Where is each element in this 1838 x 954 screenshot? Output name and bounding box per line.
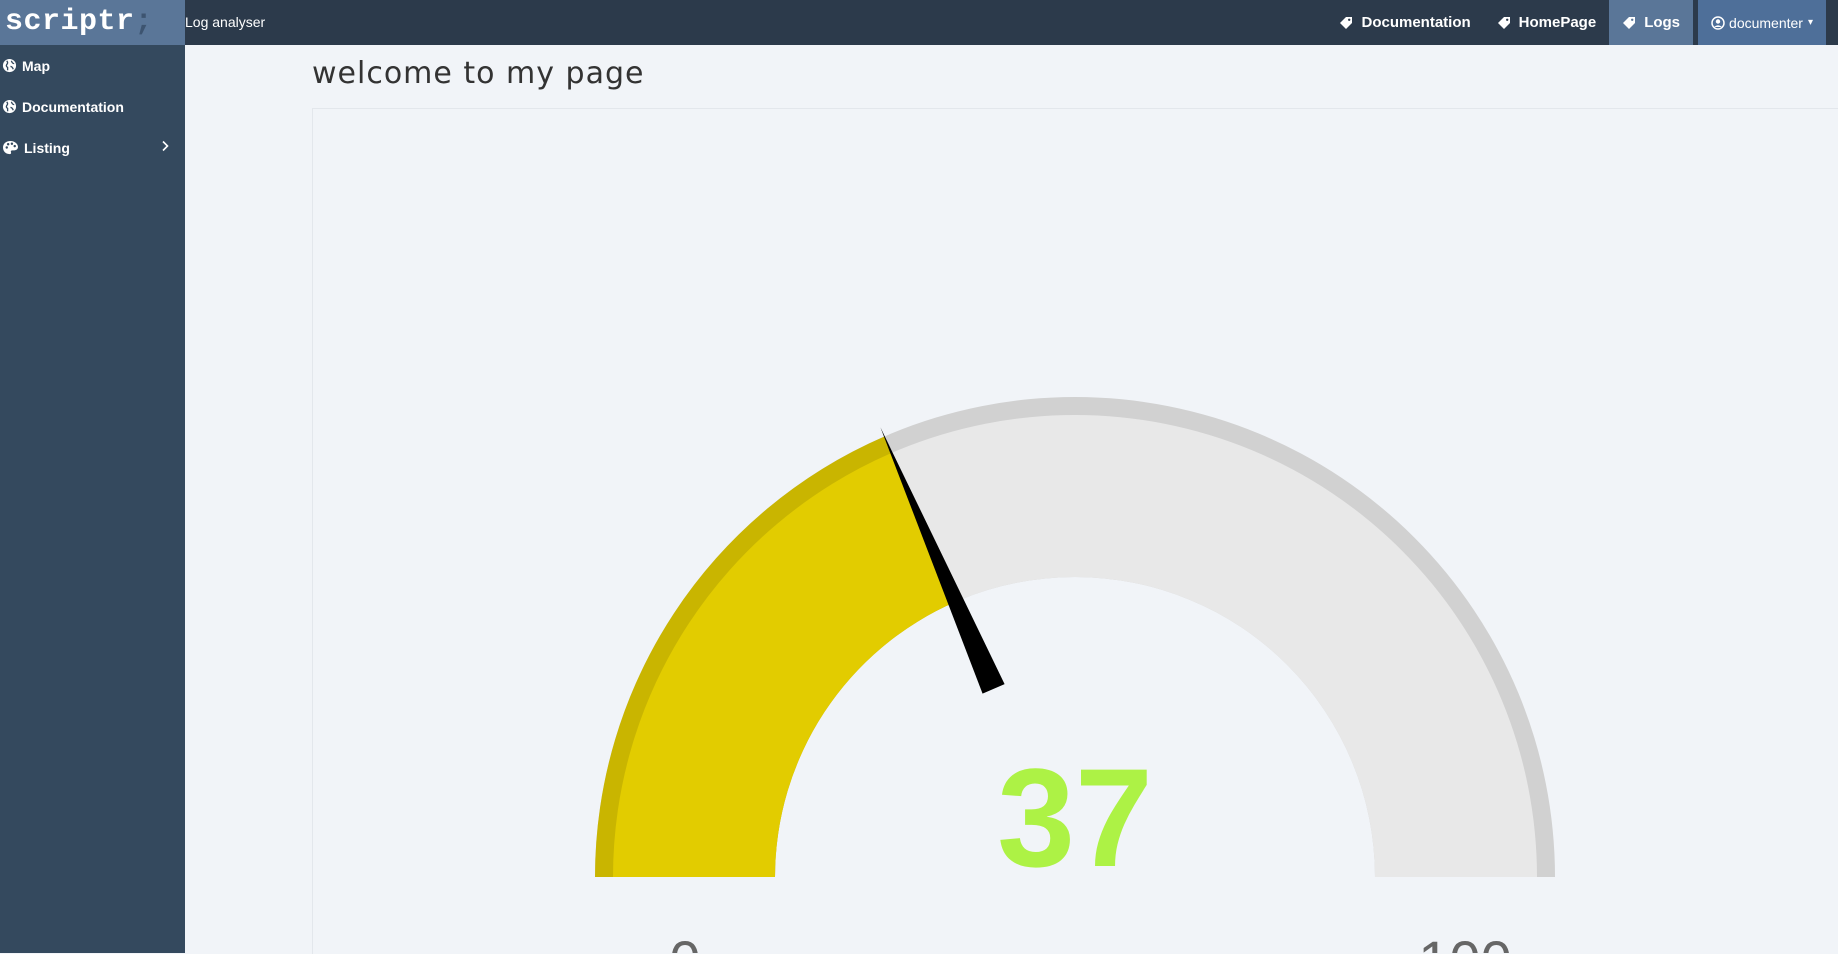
gauge-value: 37 [997,739,1153,896]
gauge-widget: 37 0 100 [595,397,1555,953]
gauge-min-label: 0 [669,929,700,953]
gauge-max-label: 100 [1418,929,1511,953]
